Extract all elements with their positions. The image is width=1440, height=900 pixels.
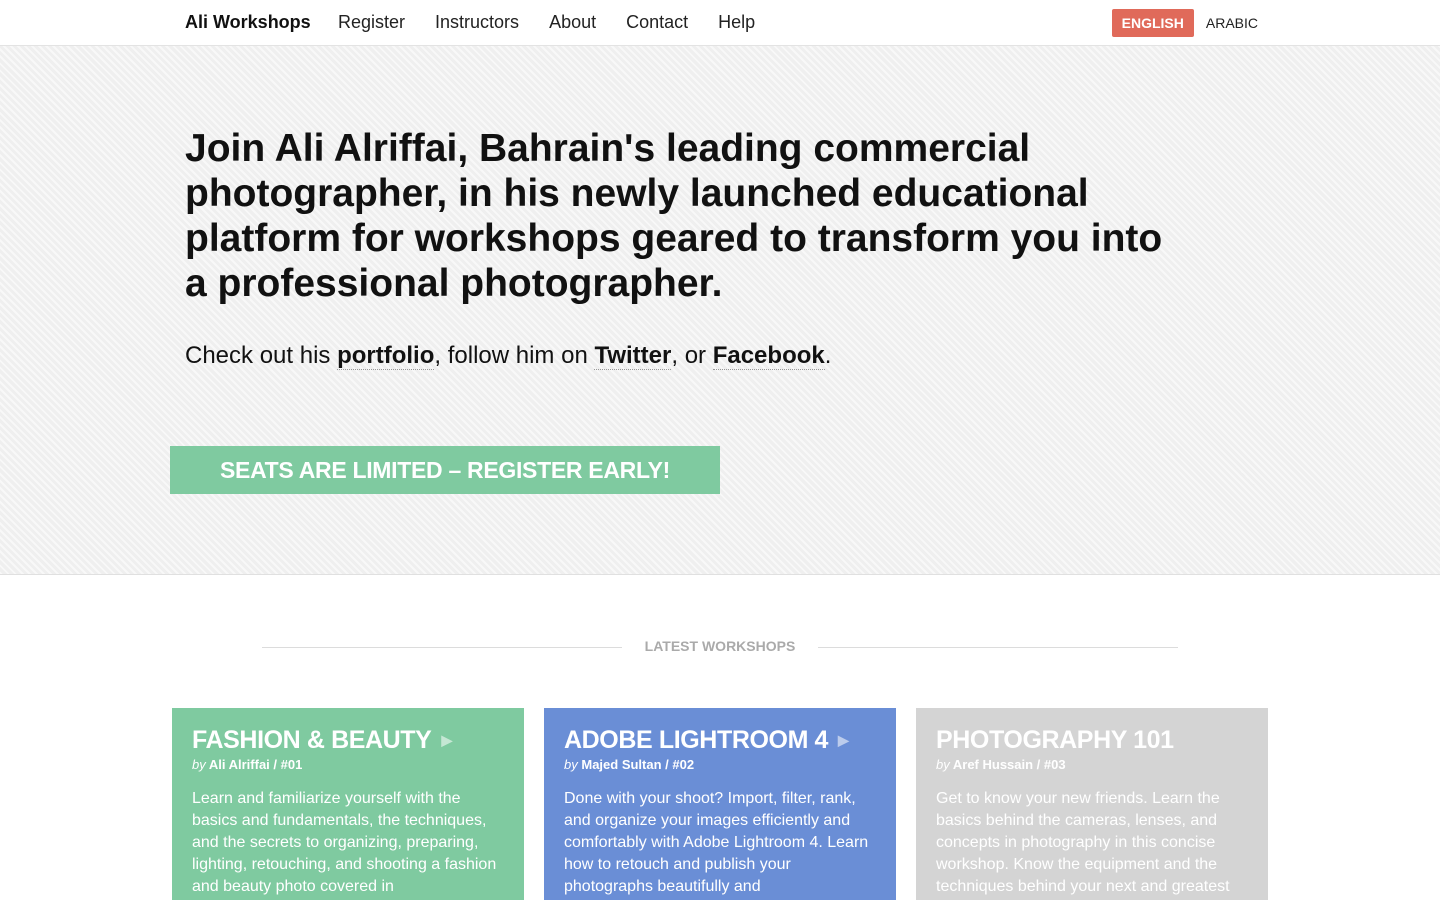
nav-help[interactable]: Help: [718, 12, 755, 33]
card-description: Done with your shoot? Import, filter, ra…: [564, 790, 869, 895]
card-meta: by Aref Hussain / #03: [936, 757, 1248, 772]
nav-instructors[interactable]: Instructors: [435, 12, 519, 33]
latest-workshops-header: LATEST WORKSHOPS: [262, 638, 1178, 658]
nav-contact[interactable]: Contact: [626, 12, 688, 33]
twitter-link[interactable]: Twitter: [594, 342, 672, 370]
card-title-row: FASHION & BEAUTY ▶: [192, 726, 504, 755]
lang-english-button[interactable]: ENGLISH: [1111, 9, 1194, 37]
play-arrow-icon[interactable]: ▶: [838, 732, 849, 749]
hero-headline: Join Ali Alriffai, Bahrain's leading com…: [185, 126, 1185, 306]
nav-register[interactable]: Register: [338, 12, 405, 33]
card-title: PHOTOGRAPHY 101: [936, 726, 1174, 754]
card-description: Learn and familiarize yourself with the …: [192, 790, 497, 895]
language-switcher: ENGLISH ARABIC: [1111, 9, 1258, 37]
lang-arabic-link[interactable]: ARABIC: [1206, 15, 1258, 31]
main-nav: Register Instructors About Contact Help: [338, 12, 755, 33]
workshop-card-photography-101[interactable]: PHOTOGRAPHY 101 by Aref Hussain / #03 Ge…: [916, 708, 1268, 900]
card-title: ADOBE LIGHTROOM 4: [564, 726, 829, 754]
card-by: by: [936, 757, 950, 772]
register-early-button[interactable]: SEATS ARE LIMITED – REGISTER EARLY!: [170, 446, 720, 494]
card-title: FASHION & BEAUTY: [192, 726, 432, 754]
card-instructor: Aref Hussain / #03: [952, 757, 1066, 772]
card-meta: by Majed Sultan / #02: [564, 757, 876, 772]
card-by: by: [564, 757, 578, 772]
social-end: .: [824, 342, 832, 369]
card-meta: by Ali Alriffai / #01: [192, 757, 504, 772]
play-arrow-icon[interactable]: ▶: [441, 732, 452, 749]
divider-right: [818, 647, 1178, 648]
workshop-card-lightroom[interactable]: ADOBE LIGHTROOM 4 ▶ by Majed Sultan / #0…: [544, 708, 896, 900]
top-navigation: Ali Workshops Register Instructors About…: [0, 0, 1440, 46]
social-links-line: Check out his portfolio, follow him on T…: [185, 342, 831, 370]
nav-about[interactable]: About: [549, 12, 596, 33]
facebook-link[interactable]: Facebook: [712, 342, 825, 370]
card-instructor: Majed Sultan / #02: [581, 757, 695, 772]
portfolio-link[interactable]: portfolio: [337, 342, 435, 370]
workshop-card-fashion-beauty[interactable]: FASHION & BEAUTY ▶ by Ali Alriffai / #01…: [172, 708, 524, 900]
card-instructor: Ali Alriffai / #01: [208, 757, 303, 772]
social-mid2: , or: [671, 342, 713, 369]
card-description: Get to know your new friends. Learn the …: [936, 790, 1230, 895]
card-by: by: [192, 757, 206, 772]
section-title: LATEST WORKSHOPS: [644, 638, 796, 654]
card-title-row: ADOBE LIGHTROOM 4 ▶: [564, 726, 876, 755]
brand-link[interactable]: Ali Workshops: [185, 12, 311, 33]
card-title-row: PHOTOGRAPHY 101: [936, 726, 1248, 755]
headline-prefix: Join: [185, 127, 275, 170]
social-prefix: Check out his: [185, 342, 338, 369]
hero-section: Join Ali Alriffai, Bahrain's leading com…: [0, 46, 1440, 575]
social-mid1: , follow him on: [434, 342, 595, 369]
headline-name: Ali Alriffai: [274, 127, 458, 170]
